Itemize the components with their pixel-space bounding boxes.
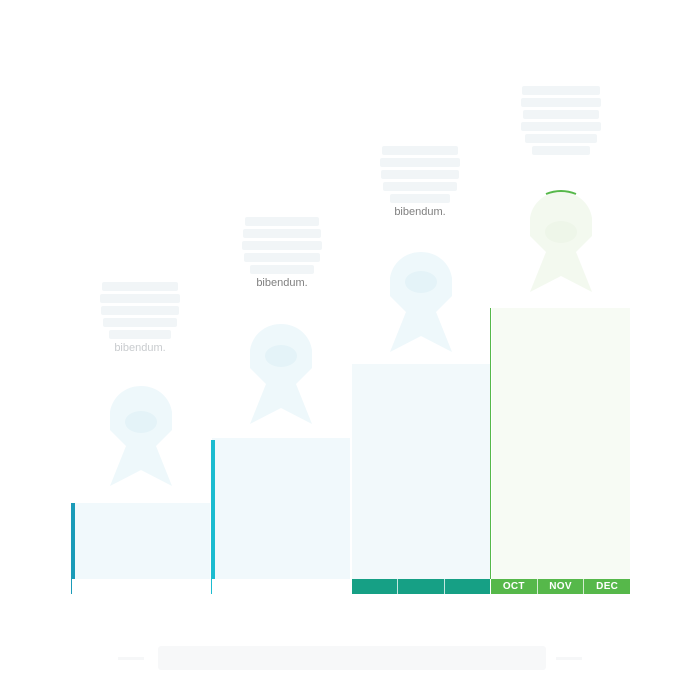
step-1-text-tail: bibendum. [114, 342, 166, 354]
month-label: NOV [536, 579, 584, 594]
step-1-text: bibendum. [98, 282, 182, 355]
step-2-accent [211, 440, 215, 594]
award-ribbon-icon [110, 386, 172, 486]
step-4-month-bar: OCT NOV DEC [491, 579, 630, 594]
month-label [257, 579, 303, 594]
step-1-month-bar [72, 579, 210, 594]
footer-dash-left [118, 657, 144, 660]
step-4-block [492, 308, 630, 594]
award-ribbon-icon [530, 190, 592, 292]
month-label [352, 579, 397, 594]
award-ribbon-icon [390, 252, 452, 352]
step-4-text [519, 86, 603, 158]
month-label: OCT [502, 581, 525, 592]
month-label [303, 579, 350, 594]
step-3-month-bar [352, 579, 490, 594]
footer-title-shape [158, 646, 546, 670]
step-3-text-tail: bibendum. [394, 206, 446, 218]
infographic-canvas: bibendum. bibendum. bibendum. OCT NOV DE… [0, 0, 700, 700]
step-3-block [352, 364, 490, 594]
month-label [443, 579, 490, 594]
step-2-month-bar [212, 579, 350, 594]
step-4-accent [490, 308, 491, 579]
month-label [117, 579, 163, 594]
month-label [212, 579, 257, 594]
step-2-text: bibendum. [240, 217, 324, 290]
footer-dash-right [556, 657, 582, 660]
step-2-text-tail: bibendum. [256, 277, 308, 289]
month-label [397, 579, 443, 594]
step-3-text: bibendum. [378, 146, 462, 219]
step-2-block [212, 438, 350, 594]
month-label: DEC [583, 579, 630, 594]
month-label [163, 579, 210, 594]
month-label [72, 579, 117, 594]
award-ribbon-icon [250, 324, 312, 424]
